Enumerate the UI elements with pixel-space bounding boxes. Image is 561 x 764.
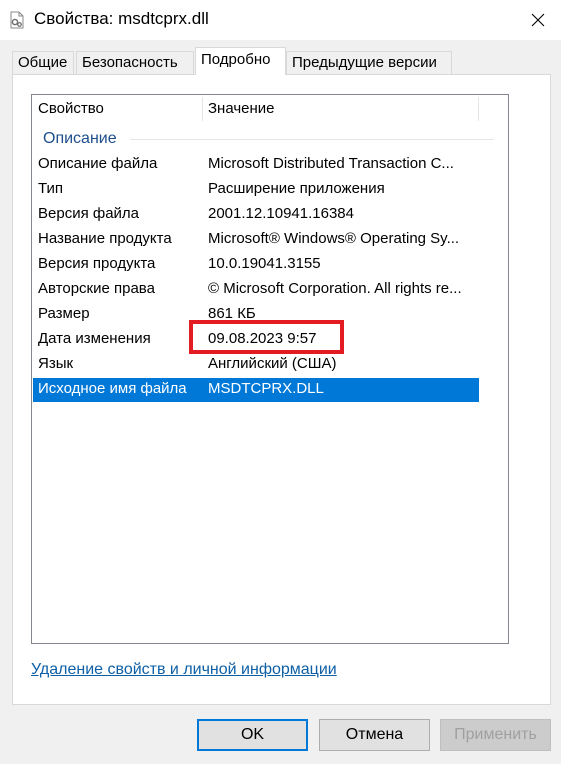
property-name: Описание файла (38, 155, 158, 172)
table-row[interactable]: Версия файла 2001.12.10941.16384 (33, 203, 479, 227)
property-value: Microsoft Distributed Transaction C... (208, 155, 454, 172)
property-name: Язык (38, 355, 74, 372)
tab-security[interactable]: Безопасность (76, 51, 194, 74)
tab-previous-versions[interactable]: Предыдущие версии (286, 51, 452, 74)
dll-file-icon (9, 11, 25, 29)
window-title: Свойства: msdtcprx.dll (34, 9, 209, 28)
cancel-button-label: Отмена (345, 726, 404, 743)
table-row[interactable]: Авторские права © Microsoft Corporation.… (33, 278, 479, 302)
ok-button[interactable]: OK (197, 719, 308, 751)
column-header-value[interactable]: Значение (208, 100, 275, 117)
tab-general[interactable]: Общие (12, 51, 74, 74)
property-value: 10.0.19041.3155 (208, 255, 321, 272)
property-value: Microsoft® Windows® Operating Sy... (208, 230, 460, 247)
property-name: Размер (38, 305, 90, 322)
property-name: Дата изменения (38, 330, 151, 347)
table-row[interactable]: Язык Английский (США) (33, 353, 479, 377)
apply-button[interactable]: Применить (440, 719, 551, 751)
column-divider[interactable] (202, 97, 203, 121)
group-divider (130, 139, 494, 140)
property-name: Версия продукта (38, 255, 156, 272)
property-name: Исходное имя файла (38, 380, 187, 397)
table-row-selected[interactable]: Исходное имя файла MSDTCPRX.DLL (33, 378, 479, 402)
property-value: Английский (США) (208, 355, 337, 372)
cancel-button[interactable]: Отмена (319, 719, 430, 751)
property-value: 2001.12.10941.16384 (208, 205, 354, 222)
tab-label: Подробно (201, 51, 271, 68)
close-icon (531, 13, 545, 27)
table-row[interactable]: Тип Расширение приложения (33, 178, 479, 202)
column-divider[interactable] (478, 97, 479, 121)
ok-button-label: OK (240, 726, 265, 743)
close-button[interactable] (515, 0, 561, 40)
property-name: Авторские права (38, 280, 155, 297)
property-value: © Microsoft Corporation. All rights re..… (208, 280, 462, 297)
remove-properties-link[interactable]: Удаление свойств и личной информации (31, 661, 337, 679)
highlight-annotation (189, 320, 344, 354)
title-bar: Свойства: msdtcprx.dll (0, 0, 561, 40)
group-title-description: Описание (43, 130, 117, 147)
tab-label: Общие (18, 54, 68, 71)
property-name: Тип (38, 180, 64, 197)
apply-button-label: Применить (454, 726, 537, 743)
tab-label: Безопасность (82, 54, 178, 71)
table-row[interactable]: Название продукта Microsoft® Windows® Op… (33, 228, 479, 252)
table-row[interactable]: Описание файла Microsoft Distributed Tra… (33, 153, 479, 177)
property-name: Версия файла (38, 205, 140, 222)
list-header: Свойство Значение (32, 95, 508, 123)
column-header-property[interactable]: Свойство (38, 100, 104, 117)
property-value: Расширение приложения (208, 180, 385, 197)
property-value: MSDTCPRX.DLL (208, 380, 324, 397)
properties-list[interactable]: Свойство Значение Описание Описание файл… (31, 94, 509, 644)
tab-label: Предыдущие версии (292, 54, 437, 71)
tab-details[interactable]: Подробно (195, 47, 286, 75)
property-name: Название продукта (38, 230, 172, 247)
table-row[interactable]: Версия продукта 10.0.19041.3155 (33, 253, 479, 277)
